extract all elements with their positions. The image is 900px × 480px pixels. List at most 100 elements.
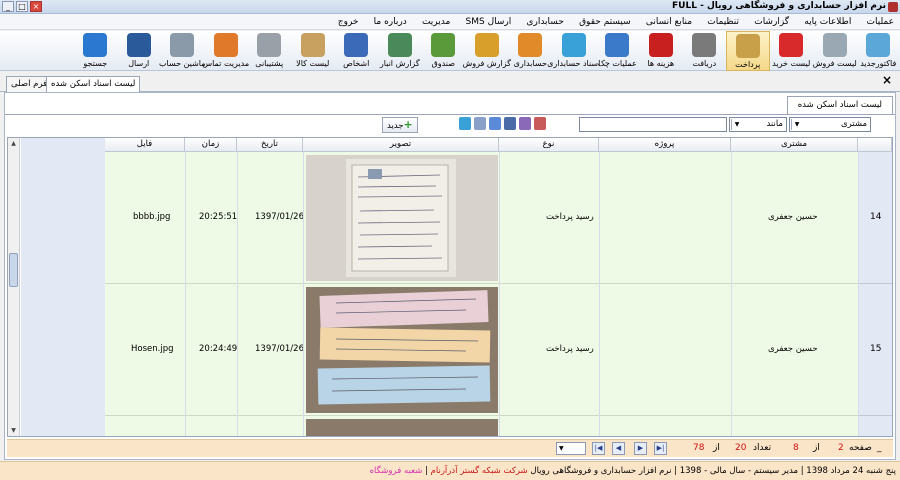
scanned-image-partial[interactable] xyxy=(306,419,498,436)
total-pages: 8 xyxy=(793,443,799,453)
close-tab-icon[interactable]: × xyxy=(882,73,892,87)
toolbar-label: گزارش فروش xyxy=(462,59,511,68)
menu-settings[interactable]: تنظیمات xyxy=(701,14,745,30)
person-add-icon xyxy=(344,33,369,57)
pager-separator: _ xyxy=(877,443,882,453)
toolbar-button-books[interactable]: حسابداری xyxy=(509,31,553,71)
toolbar-label: عملیات چک xyxy=(597,59,637,68)
first-page-button[interactable]: |◀ xyxy=(592,442,605,455)
menu-operations[interactable]: عملیات xyxy=(861,14,900,30)
toolbar-button-safe[interactable]: دریافت xyxy=(683,31,727,71)
scroll-thumb[interactable] xyxy=(9,253,18,287)
column-header-date[interactable]: تاریخ xyxy=(237,138,303,152)
report-icon[interactable] xyxy=(534,117,546,130)
cash-register-icon xyxy=(822,33,847,57)
current-page: 2 xyxy=(838,443,844,453)
menu-reports[interactable]: گزارشات xyxy=(748,14,795,30)
plus-icon: + xyxy=(403,118,413,131)
scroll-up-icon[interactable]: ▲ xyxy=(9,139,18,148)
toolbar-button-payment[interactable]: پرداخت xyxy=(726,31,770,71)
scanned-receipt-image[interactable] xyxy=(306,155,498,281)
print-icon[interactable] xyxy=(474,117,486,130)
title-bar: نرم افزار حسابداری و فروشگاهی رویال - FU… xyxy=(0,0,900,14)
toolbar-button-document-check[interactable]: اسناد حسابداری xyxy=(547,31,600,71)
toolbar-button-phone[interactable]: مدیریت تماس xyxy=(202,31,249,71)
menu-hr[interactable]: منابع انسانی xyxy=(640,14,698,30)
cell-customer: حسین جعفری xyxy=(768,344,818,354)
menu-accounting[interactable]: حسابداری xyxy=(520,14,569,30)
maximize-icon[interactable]: □ xyxy=(16,1,28,12)
toolbar-button-calculator[interactable]: ماشین حساب xyxy=(159,31,206,71)
pager-bar: ▼ |◀ ◀ ▶ ▶| 78 از 20 تعداد 8 از 2 صفحه _ xyxy=(7,439,893,457)
toolbar-button-shopping-cart[interactable]: لیست خرید xyxy=(770,31,814,71)
column-header-type[interactable]: نوع xyxy=(499,138,599,152)
support-coins-icon xyxy=(257,33,282,57)
toolbar-label: پشتیبانی xyxy=(255,59,284,68)
refresh-icon[interactable] xyxy=(459,117,471,130)
toolbar-button-person-add[interactable]: اشخاص xyxy=(335,31,379,71)
column-header-customer[interactable]: مشتری xyxy=(731,138,858,152)
toolbar-label: هزینه ها xyxy=(647,59,675,68)
filter-operator-select[interactable]: مانند ▼ xyxy=(729,117,787,132)
menu-exit[interactable]: خروج xyxy=(332,14,365,30)
toolbar-label: لیست کالا xyxy=(296,59,330,68)
new-button[interactable]: +جدید xyxy=(382,117,418,133)
app-icon xyxy=(888,2,898,12)
last-page-button[interactable]: ▶| xyxy=(654,442,667,455)
cart-new-icon xyxy=(866,33,891,57)
cell-time: 20:25:51 xyxy=(199,212,238,222)
cell-file: Hosen.jpg xyxy=(131,344,174,354)
scanned-cheques-image[interactable] xyxy=(306,287,498,413)
filter-icon[interactable] xyxy=(504,117,516,130)
column-header-time[interactable]: زمان xyxy=(185,138,237,152)
status-branch: شعبه فروشگاه xyxy=(369,466,423,476)
search-doc-icon[interactable] xyxy=(519,117,531,130)
toolbar-button-cash-register[interactable]: لیست فروش xyxy=(813,31,857,71)
of-label: از xyxy=(813,443,820,453)
toolbar-button-cart-new[interactable]: فاکتورجدید xyxy=(857,31,900,71)
scroll-down-icon[interactable]: ▼ xyxy=(9,426,18,435)
toolbar-button-warehouse-books[interactable]: گزارش انبار xyxy=(378,31,422,71)
page-size-select[interactable]: ▼ xyxy=(556,442,586,455)
toolbar-button-send-gear[interactable]: ارسال xyxy=(117,31,161,71)
status-date: پنج شنبه 24 مرداد 1398 xyxy=(806,466,896,476)
tab-scanned-docs[interactable]: لیست اسناد اسکن شده xyxy=(46,76,141,92)
menu-basic-info[interactable]: اطلاعات پایه xyxy=(798,14,857,30)
column-header-project[interactable]: پروژه xyxy=(599,138,731,152)
filter-value-input[interactable] xyxy=(579,117,727,132)
count-label: تعداد xyxy=(753,443,772,453)
toolbar-button-money-hand[interactable]: صندوق xyxy=(422,31,466,71)
menu-sms[interactable]: ارسال SMS xyxy=(460,14,518,30)
toolbar-button-search[interactable]: جستجو xyxy=(74,31,118,71)
minimize-icon[interactable]: _ xyxy=(2,1,14,12)
menu-payroll[interactable]: سیستم حقوق xyxy=(573,14,637,30)
menu-management[interactable]: مدیریت xyxy=(416,14,456,30)
status-company: شرکت شبکه گستر آذرآرنام xyxy=(430,466,528,476)
toolbar-button-cheque-pen[interactable]: عملیات چک xyxy=(596,31,640,71)
vertical-scrollbar[interactable]: ▲ ▼ xyxy=(8,138,20,436)
filter-bar: مشتری ▼ مانند ▼ +جدید xyxy=(5,117,895,135)
column-header-file[interactable]: فایل xyxy=(105,138,185,152)
cell-customer: حسین جعفری xyxy=(768,212,818,222)
row-number: 14 xyxy=(870,212,882,222)
prev-page-button[interactable]: ◀ xyxy=(612,442,625,455)
next-page-button[interactable]: ▶ xyxy=(634,442,647,455)
toolbar-button-sales-chart[interactable]: گزارش فروش xyxy=(462,31,511,71)
phone-icon xyxy=(213,33,238,57)
row-number: 15 xyxy=(870,344,882,354)
cell-file: bbbb.jpg xyxy=(133,212,171,222)
toolbar-button-support-coins[interactable]: پشتیبانی xyxy=(248,31,292,71)
toolbar-button-boxes[interactable]: لیست کالا xyxy=(291,31,335,71)
menu-about[interactable]: درباره ما xyxy=(368,14,413,30)
column-header-image[interactable]: تصویر xyxy=(303,138,499,152)
status-product: نرم افزار حسابداری و فروشگاهی رویال xyxy=(530,466,672,476)
window-title: نرم افزار حسابداری و فروشگاهی رویال - FU… xyxy=(672,1,886,11)
toolbar-button-dollar[interactable]: هزینه ها xyxy=(639,31,683,71)
toolbar-label: پرداخت xyxy=(735,60,761,69)
record-count: 20 xyxy=(735,443,747,453)
filter-field-select[interactable]: مشتری ▼ xyxy=(789,117,871,132)
panel-tab-title[interactable]: لیست اسناد اسکن شده xyxy=(786,96,893,114)
excel-export-icon[interactable] xyxy=(489,117,501,130)
toolbar-label: صندوق xyxy=(431,59,455,68)
close-icon[interactable]: × xyxy=(30,1,42,12)
